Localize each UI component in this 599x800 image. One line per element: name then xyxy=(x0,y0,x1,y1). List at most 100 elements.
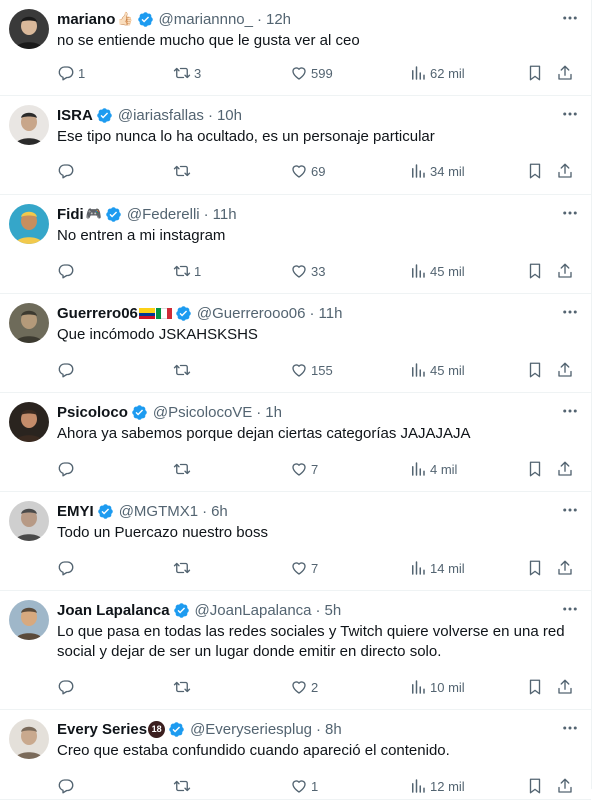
like-button[interactable]: 2 xyxy=(290,677,318,697)
views-button[interactable]: 12 mil xyxy=(409,776,465,796)
author-handle[interactable]: @MGTMX1 xyxy=(119,503,198,520)
bookmark-button[interactable] xyxy=(526,161,544,181)
author-handle[interactable]: @iariasfallas xyxy=(118,107,204,124)
reply-button[interactable] xyxy=(57,261,78,281)
share-button[interactable] xyxy=(556,161,574,181)
retweet-button[interactable]: 3 xyxy=(173,63,201,83)
tweet[interactable]: Every Series 18 @Everyseriesplug · 8h Creo qu… xyxy=(0,710,591,800)
share-button[interactable] xyxy=(556,677,574,697)
reply-button[interactable] xyxy=(57,677,78,697)
tweet[interactable]: Guerrero06 @Guerrerooo06 · 11h Que incómodo … xyxy=(0,294,591,393)
reply-icon xyxy=(57,777,75,795)
reply-button[interactable] xyxy=(57,558,78,578)
author-handle[interactable]: @mariannno_ xyxy=(159,11,253,28)
views-button[interactable]: 10 mil xyxy=(409,677,465,697)
avatar[interactable] xyxy=(9,303,49,343)
more-options-icon[interactable] xyxy=(561,303,579,321)
reply-button[interactable] xyxy=(57,776,78,796)
author-handle[interactable]: @JoanLapalanca xyxy=(195,602,312,619)
author-handle[interactable]: @PsicolocoVE xyxy=(153,404,252,421)
more-options-icon[interactable] xyxy=(561,600,579,618)
tweet[interactable]: ISRA @iariasfallas · 10h Ese tipo nunca lo h… xyxy=(0,96,591,195)
more-options-icon[interactable] xyxy=(561,501,579,519)
retweet-button[interactable] xyxy=(173,677,194,697)
author-name[interactable]: ISRA xyxy=(57,107,93,124)
author-name[interactable]: Guerrero06 xyxy=(57,305,138,322)
tweet-timestamp[interactable]: 1h xyxy=(265,404,282,421)
more-options-icon[interactable] xyxy=(561,402,579,420)
author-handle[interactable]: @Everyseriesplug xyxy=(190,721,312,738)
bookmark-button[interactable] xyxy=(526,63,544,83)
like-button[interactable]: 599 xyxy=(290,63,333,83)
more-options-icon[interactable] xyxy=(561,9,579,27)
bookmark-button[interactable] xyxy=(526,459,544,479)
avatar[interactable] xyxy=(9,402,49,442)
retweet-button[interactable] xyxy=(173,776,194,796)
reply-button[interactable] xyxy=(57,161,78,181)
share-button[interactable] xyxy=(556,360,574,380)
bookmark-button[interactable] xyxy=(526,677,544,697)
share-button[interactable] xyxy=(556,63,574,83)
retweet-button[interactable] xyxy=(173,161,194,181)
author-handle[interactable]: @Guerrerooo06 xyxy=(197,305,306,322)
share-button[interactable] xyxy=(556,459,574,479)
author-handle[interactable]: @Federelli xyxy=(127,206,200,223)
retweet-button[interactable] xyxy=(173,558,194,578)
tweet-timestamp[interactable]: 8h xyxy=(325,721,342,738)
avatar[interactable] xyxy=(9,501,49,541)
retweet-button[interactable] xyxy=(173,360,194,380)
share-button[interactable] xyxy=(556,776,574,796)
tweet-timestamp[interactable]: 12h xyxy=(266,11,291,28)
avatar[interactable] xyxy=(9,105,49,145)
tweet[interactable]: Psicoloco @PsicolocoVE · 1h Ahora ya sabemos… xyxy=(0,393,591,492)
avatar[interactable] xyxy=(9,719,49,759)
author-name[interactable]: EMYI xyxy=(57,503,94,520)
views-button[interactable]: 62 mil xyxy=(409,63,465,83)
more-options-icon[interactable] xyxy=(561,105,579,123)
bookmark-button[interactable] xyxy=(526,261,544,281)
tweet[interactable]: Joan Lapalanca @JoanLapalanca · 5h Lo que pa… xyxy=(0,591,591,710)
name-emoji: 👍🏻 xyxy=(117,11,134,26)
views-button[interactable]: 34 mil xyxy=(409,161,465,181)
like-button[interactable]: 69 xyxy=(290,161,325,181)
bookmark-button[interactable] xyxy=(526,360,544,380)
author-name[interactable]: Every Series xyxy=(57,721,147,738)
avatar[interactable] xyxy=(9,9,49,49)
views-button[interactable]: 4 mil xyxy=(409,459,457,479)
views-button[interactable]: 14 mil xyxy=(409,558,465,578)
bookmark-button[interactable] xyxy=(526,558,544,578)
reply-button[interactable] xyxy=(57,459,78,479)
retweet-button[interactable]: 1 xyxy=(173,261,201,281)
tweet-timestamp[interactable]: 5h xyxy=(325,602,342,619)
author-name[interactable]: mariano xyxy=(57,11,115,28)
author-name[interactable]: Fidi xyxy=(57,206,84,223)
tweet-timestamp[interactable]: 6h xyxy=(211,503,228,520)
retweets-count: 1 xyxy=(194,263,202,279)
tweet[interactable]: EMYI @MGTMX1 · 6h Todo un Puercazo nuestro b… xyxy=(0,492,591,591)
more-options-icon[interactable] xyxy=(561,719,579,737)
like-button[interactable]: 1 xyxy=(290,776,318,796)
heart-icon xyxy=(290,460,308,478)
views-button[interactable]: 45 mil xyxy=(409,360,465,380)
reply-button[interactable]: 1 xyxy=(57,63,85,83)
like-button[interactable]: 33 xyxy=(290,261,325,281)
author-name[interactable]: Psicoloco xyxy=(57,404,128,421)
avatar[interactable] xyxy=(9,600,49,640)
avatar[interactable] xyxy=(9,204,49,244)
tweet[interactable]: mariano 👍🏻 @mariannno_ · 12h no se entiende m… xyxy=(0,0,591,96)
like-button[interactable]: 155 xyxy=(290,360,333,380)
tweet[interactable]: Fidi 🎮 @Federelli · 11h No entren a mi instag… xyxy=(0,195,591,294)
share-button[interactable] xyxy=(556,261,574,281)
like-button[interactable]: 7 xyxy=(290,459,318,479)
tweet-timestamp[interactable]: 11h xyxy=(319,305,343,322)
more-options-icon[interactable] xyxy=(561,204,579,222)
share-button[interactable] xyxy=(556,558,574,578)
like-button[interactable]: 7 xyxy=(290,558,318,578)
retweet-button[interactable] xyxy=(173,459,194,479)
tweet-timestamp[interactable]: 10h xyxy=(217,107,242,124)
reply-button[interactable] xyxy=(57,360,78,380)
views-button[interactable]: 45 mil xyxy=(409,261,465,281)
tweet-timestamp[interactable]: 11h xyxy=(213,206,237,223)
bookmark-button[interactable] xyxy=(526,776,544,796)
author-name[interactable]: Joan Lapalanca xyxy=(57,602,170,619)
